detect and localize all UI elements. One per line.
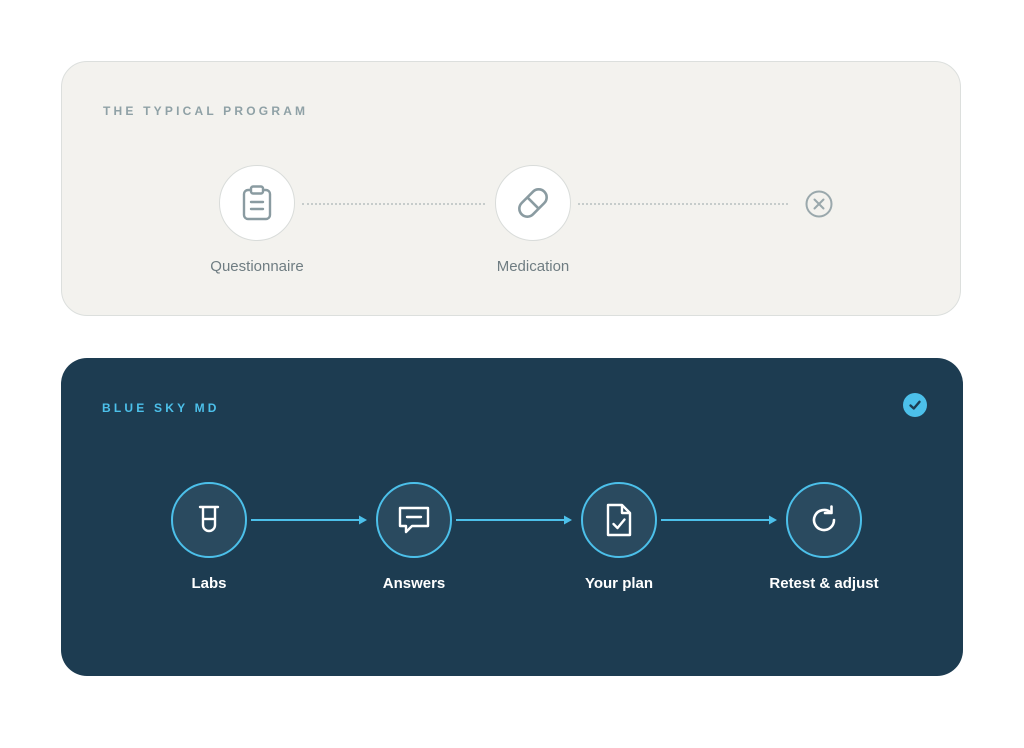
typical-program-title: THE TYPICAL PROGRAM bbox=[103, 104, 309, 118]
comparison-page: THE TYPICAL PROGRAM Questionnaire Medica… bbox=[0, 0, 1024, 748]
labs-icon-circle bbox=[171, 482, 247, 558]
your-plan-icon-circle bbox=[581, 482, 657, 558]
answers-icon-circle bbox=[376, 482, 452, 558]
test-tube-icon bbox=[198, 505, 220, 533]
bluesky-step-answers: Answers bbox=[329, 482, 499, 592]
refresh-icon bbox=[812, 505, 836, 532]
bluesky-step-retest: Retest & adjust bbox=[739, 482, 909, 592]
blue-sky-md-title: BLUE SKY MD bbox=[102, 401, 220, 415]
typical-step-medication: Medication bbox=[453, 165, 613, 275]
dotted-connector bbox=[578, 203, 788, 205]
document-check-icon bbox=[606, 503, 632, 537]
clipboard-icon bbox=[242, 185, 272, 221]
retest-icon-circle bbox=[786, 482, 862, 558]
typical-step-label: Medication bbox=[496, 258, 570, 275]
bluesky-step-label: Answers bbox=[382, 575, 446, 592]
bluesky-step-label: Your plan bbox=[584, 575, 654, 592]
questionnaire-icon-circle bbox=[219, 165, 295, 241]
x-circle-icon bbox=[805, 190, 833, 218]
bluesky-step-label: Labs bbox=[191, 575, 227, 592]
pill-icon bbox=[518, 188, 548, 218]
bluesky-step-your-plan: Your plan bbox=[534, 482, 704, 592]
typical-step-label: Questionnaire bbox=[210, 258, 304, 275]
typical-step-questionnaire: Questionnaire bbox=[177, 165, 337, 275]
typical-program-card: THE TYPICAL PROGRAM Questionnaire Medica… bbox=[61, 61, 961, 316]
chat-bubble-icon bbox=[398, 506, 430, 534]
check-circle-icon bbox=[903, 393, 927, 417]
blue-sky-md-card: BLUE SKY MD Labs Answers Your plan Retes… bbox=[61, 358, 963, 676]
bluesky-step-label: Retest & adjust bbox=[769, 575, 879, 592]
medication-icon-circle bbox=[495, 165, 571, 241]
bluesky-step-labs: Labs bbox=[124, 482, 294, 592]
